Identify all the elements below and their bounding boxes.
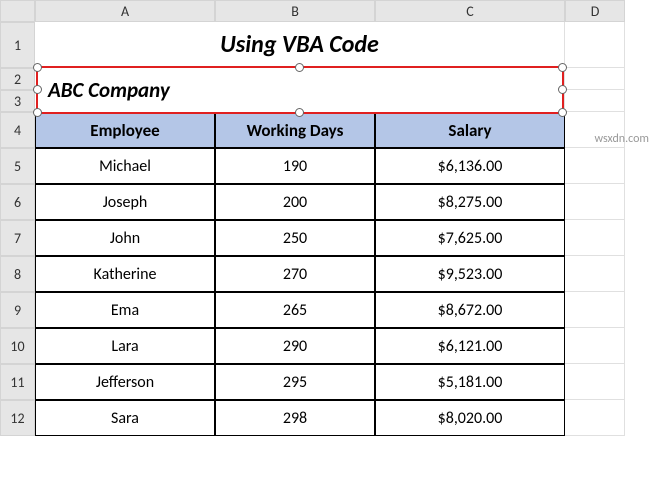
row-header-12[interactable]: 12 [0, 400, 35, 436]
cell-e6[interactable] [565, 184, 625, 220]
page-title: Using VBA Code [35, 22, 565, 68]
table-cell[interactable]: John [35, 220, 215, 256]
table-cell[interactable]: Joseph [35, 184, 215, 220]
table-cell[interactable]: 190 [215, 148, 375, 184]
table-cell[interactable]: 265 [215, 292, 375, 328]
table-cell[interactable]: $5,181.00 [375, 364, 565, 400]
resize-handle-top-middle[interactable] [295, 63, 304, 72]
row-header-1[interactable]: 1 [0, 22, 35, 68]
row-header-8[interactable]: 8 [0, 256, 35, 292]
row-header-9[interactable]: 9 [0, 292, 35, 328]
table-cell[interactable]: 270 [215, 256, 375, 292]
table-cell[interactable]: Katherine [35, 256, 215, 292]
table-header-working-days[interactable]: Working Days [215, 112, 375, 148]
cell-e12[interactable] [565, 400, 625, 436]
table-cell[interactable]: $8,275.00 [375, 184, 565, 220]
col-header-a[interactable]: A [35, 0, 215, 22]
table-cell[interactable]: $6,136.00 [375, 148, 565, 184]
row-header-7[interactable]: 7 [0, 220, 35, 256]
cell-e3[interactable] [565, 90, 625, 112]
row-header-10[interactable]: 10 [0, 328, 35, 364]
table-cell[interactable]: 290 [215, 328, 375, 364]
resize-handle-middle-left[interactable] [33, 85, 42, 94]
table-cell[interactable]: $8,672.00 [375, 292, 565, 328]
table-cell[interactable]: $7,625.00 [375, 220, 565, 256]
resize-handle-bottom-left[interactable] [33, 108, 42, 117]
watermark-text: wsxdn.com [594, 132, 649, 146]
resize-handle-top-right[interactable] [558, 63, 567, 72]
textbox-content[interactable]: ABC Company [38, 68, 562, 112]
col-header-d[interactable]: D [565, 0, 625, 22]
row-header-6[interactable]: 6 [0, 184, 35, 220]
cell-e9[interactable] [565, 292, 625, 328]
table-cell[interactable]: Sara [35, 400, 215, 436]
row-header-4[interactable]: 4 [0, 112, 35, 148]
resize-handle-middle-right[interactable] [558, 85, 567, 94]
resize-handle-top-left[interactable] [33, 63, 42, 72]
resize-handle-bottom-middle[interactable] [295, 108, 304, 117]
table-cell[interactable]: $6,121.00 [375, 328, 565, 364]
table-cell[interactable]: $8,020.00 [375, 400, 565, 436]
col-header-b[interactable]: B [215, 0, 375, 22]
table-cell[interactable]: 250 [215, 220, 375, 256]
cell-e2[interactable] [565, 68, 625, 90]
row-header-3[interactable]: 3 [0, 90, 35, 112]
table-cell[interactable]: Lara [35, 328, 215, 364]
row-header-11[interactable]: 11 [0, 364, 35, 400]
cell-e11[interactable] [565, 364, 625, 400]
table-cell[interactable]: $9,523.00 [375, 256, 565, 292]
select-all-corner[interactable] [0, 0, 35, 22]
table-header-employee[interactable]: Employee [35, 112, 215, 148]
row-header-2[interactable]: 2 [0, 68, 35, 90]
cell-e1[interactable] [565, 22, 625, 68]
row-header-5[interactable]: 5 [0, 148, 35, 184]
cell-e7[interactable] [565, 220, 625, 256]
table-header-salary[interactable]: Salary [375, 112, 565, 148]
cell-e8[interactable] [565, 256, 625, 292]
table-cell[interactable]: 200 [215, 184, 375, 220]
table-cell[interactable]: 295 [215, 364, 375, 400]
textbox-shape[interactable]: ABC Company [36, 66, 564, 114]
resize-handle-bottom-right[interactable] [558, 108, 567, 117]
table-cell[interactable]: Jefferson [35, 364, 215, 400]
col-header-c[interactable]: C [375, 0, 565, 22]
cell-e5[interactable] [565, 148, 625, 184]
table-cell[interactable]: 298 [215, 400, 375, 436]
table-cell[interactable]: Michael [35, 148, 215, 184]
table-cell[interactable]: Ema [35, 292, 215, 328]
cell-e10[interactable] [565, 328, 625, 364]
